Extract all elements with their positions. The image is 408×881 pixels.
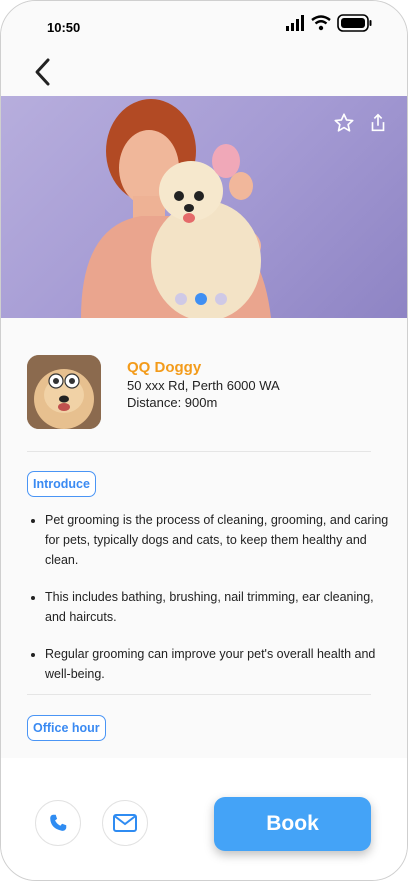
- carousel-dots: [175, 293, 227, 305]
- dog-avatar-image: [27, 355, 101, 429]
- action-footer: Book: [1, 758, 407, 880]
- hero-actions: [333, 112, 389, 134]
- share-icon[interactable]: [367, 112, 389, 134]
- phone-frame: 10:50 QQ Doggy 50 xxx Rd, Perth 6000 WA …: [0, 0, 408, 881]
- status-icons: [285, 14, 373, 32]
- battery-icon: [337, 14, 372, 32]
- mail-icon: [113, 814, 137, 832]
- status-bar: 10:50: [1, 1, 407, 53]
- vendor-card[interactable]: QQ Doggy 50 xxx Rd, Perth 6000 WA Distan…: [27, 355, 280, 429]
- carousel-dot[interactable]: [175, 293, 187, 305]
- favorite-star-icon[interactable]: [333, 112, 355, 134]
- vendor-address: 50 xxx Rd, Perth 6000 WA: [127, 378, 280, 393]
- phone-icon: [50, 814, 67, 831]
- divider: [27, 451, 371, 452]
- back-button[interactable]: [29, 56, 57, 88]
- vendor-name: QQ Doggy: [127, 359, 202, 376]
- email-button[interactable]: [102, 800, 148, 846]
- list-item: Pet grooming is the process of cleaning,…: [45, 510, 391, 570]
- signal-icon: [286, 15, 304, 31]
- introduce-tab[interactable]: Introduce: [27, 471, 96, 497]
- carousel-dot-active[interactable]: [195, 293, 207, 305]
- carousel-dot[interactable]: [215, 293, 227, 305]
- list-item: This includes bathing, brushing, nail tr…: [45, 587, 391, 627]
- call-button[interactable]: [35, 800, 81, 846]
- introduce-list: Pet grooming is the process of cleaning,…: [23, 510, 391, 701]
- list-item: Regular grooming can improve your pet's …: [45, 644, 391, 684]
- book-button[interactable]: Book: [214, 797, 371, 851]
- content-panel: QQ Doggy 50 xxx Rd, Perth 6000 WA Distan…: [1, 318, 407, 758]
- status-time: 10:50: [47, 20, 81, 35]
- vendor-avatar: [27, 355, 101, 429]
- vendor-info: QQ Doggy 50 xxx Rd, Perth 6000 WA Distan…: [127, 359, 280, 429]
- hero-carousel[interactable]: [1, 96, 407, 318]
- office-hour-tab[interactable]: Office hour: [27, 715, 106, 741]
- wifi-icon: [311, 15, 331, 31]
- divider: [27, 694, 371, 695]
- vendor-distance: Distance: 900m: [127, 395, 218, 410]
- nav-bar: [1, 53, 407, 96]
